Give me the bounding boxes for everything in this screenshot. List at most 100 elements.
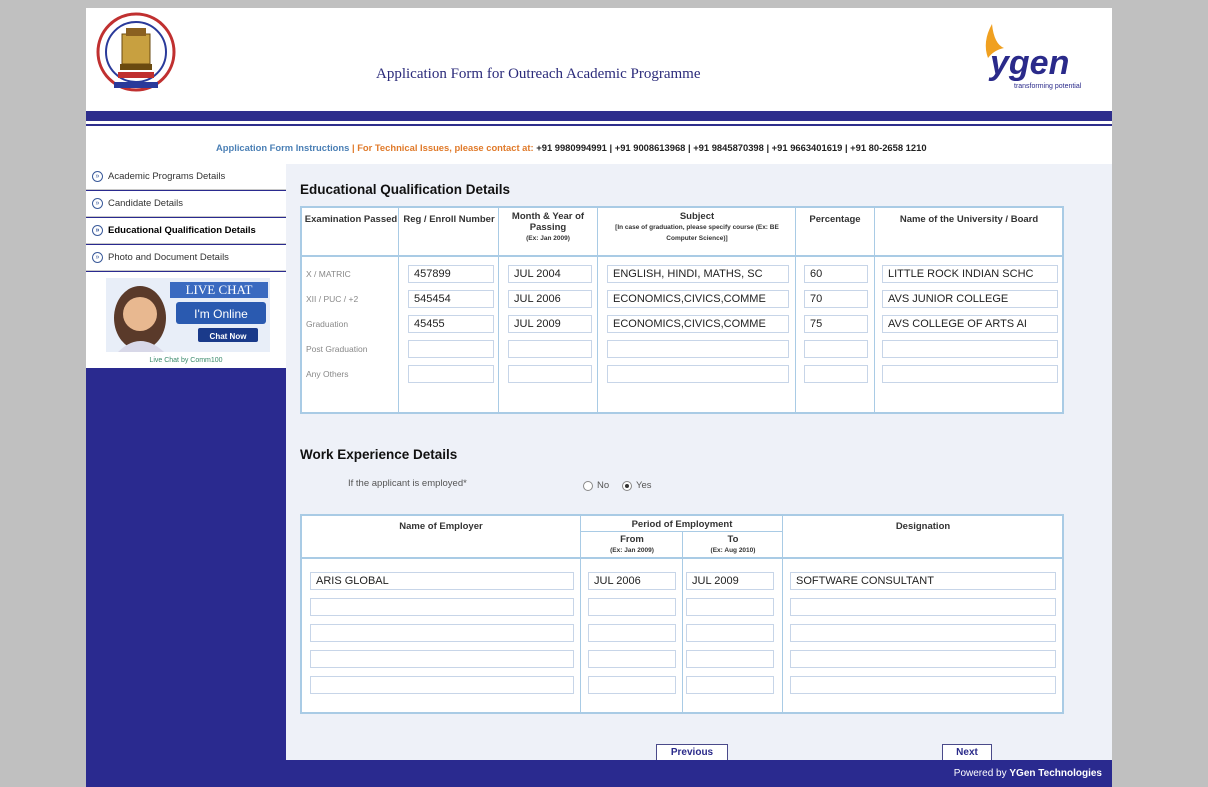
svg-text:I'm Online: I'm Online bbox=[194, 307, 248, 321]
work-heading: Work Experience Details bbox=[300, 447, 458, 462]
employed-yes-label[interactable]: Yes bbox=[636, 480, 652, 491]
col-percentage: Percentage bbox=[809, 214, 861, 225]
previous-button[interactable]: Previous bbox=[656, 744, 728, 761]
row-label-any-others: Any Others bbox=[306, 369, 349, 379]
col-from-label: From bbox=[620, 534, 644, 545]
col-from-hint: (Ex: Jan 2009) bbox=[610, 547, 654, 554]
to-field[interactable]: JUL 2009 bbox=[686, 572, 774, 590]
to-field[interactable] bbox=[686, 650, 774, 668]
footer-powered-by: Powered by YGen Technologies bbox=[954, 768, 1102, 779]
subject-field[interactable]: ECONOMICS,CIVICS,COMME bbox=[607, 315, 789, 333]
employed-no-radio[interactable] bbox=[583, 481, 593, 491]
sidebar-item-candidate[interactable]: » Candidate Details bbox=[86, 191, 286, 217]
subject-field[interactable] bbox=[607, 365, 789, 383]
designation-field[interactable] bbox=[790, 650, 1056, 668]
sidebar-item-photo-document[interactable]: » Photo and Document Details bbox=[86, 245, 286, 271]
employer-field[interactable] bbox=[310, 676, 574, 694]
reg-number-field[interactable] bbox=[408, 340, 494, 358]
university-field[interactable]: LITTLE ROCK INDIAN SCHC bbox=[882, 265, 1058, 283]
subject-field[interactable] bbox=[607, 340, 789, 358]
column-divider bbox=[874, 208, 875, 412]
sidebar-item-label: Educational Qualification Details bbox=[108, 225, 256, 236]
designation-field[interactable] bbox=[790, 676, 1056, 694]
designation-field[interactable] bbox=[790, 598, 1056, 616]
from-field[interactable]: JUL 2006 bbox=[588, 572, 676, 590]
university-field[interactable] bbox=[882, 340, 1058, 358]
to-field[interactable] bbox=[686, 624, 774, 642]
from-field[interactable] bbox=[588, 624, 676, 642]
reg-number-field[interactable]: 45455 bbox=[408, 315, 494, 333]
svg-text:LIVE CHAT: LIVE CHAT bbox=[186, 282, 253, 297]
university-field[interactable]: AVS JUNIOR COLLEGE bbox=[882, 290, 1058, 308]
designation-field[interactable] bbox=[790, 624, 1056, 642]
live-chat-banner[interactable]: LIVE CHAT I'm Online Chat Now bbox=[106, 278, 270, 352]
col-university: Name of the University / Board bbox=[899, 214, 1039, 225]
month-year-field[interactable] bbox=[508, 340, 592, 358]
col-month-year-label: Month & Year of Passing bbox=[511, 211, 585, 233]
reg-number-field[interactable]: 545454 bbox=[408, 290, 494, 308]
col-subject-hint: [In case of graduation, please specify c… bbox=[615, 224, 779, 242]
header-title: Application Form for Outreach Academic P… bbox=[376, 66, 701, 82]
month-year-field[interactable]: JUL 2009 bbox=[508, 315, 592, 333]
percentage-field[interactable] bbox=[804, 365, 868, 383]
sidebar-item-label: Candidate Details bbox=[108, 198, 183, 209]
footer: Powered by YGen Technologies bbox=[86, 760, 1112, 787]
row-label-xii-puc: XII / PUC / +2 bbox=[306, 294, 359, 304]
main-content: Educational Qualification Details Examin… bbox=[286, 164, 1112, 761]
column-divider bbox=[580, 516, 581, 712]
employer-field[interactable] bbox=[310, 624, 574, 642]
to-field[interactable] bbox=[686, 676, 774, 694]
chevron-right-icon: » bbox=[92, 225, 103, 236]
employer-field[interactable] bbox=[310, 598, 574, 616]
instructions-link[interactable]: Application Form Instructions bbox=[216, 142, 349, 153]
header: Application Form for Outreach Academic P… bbox=[86, 8, 1112, 110]
employed-no-label[interactable]: No bbox=[597, 480, 609, 491]
row-label-graduation: Graduation bbox=[306, 319, 349, 329]
education-heading: Educational Qualification Details bbox=[300, 182, 511, 197]
sidebar-item-educational-qualification[interactable]: » Educational Qualification Details bbox=[86, 218, 286, 244]
separator: | bbox=[349, 142, 358, 153]
designation-field[interactable]: SOFTWARE CONSULTANT bbox=[790, 572, 1056, 590]
university-field[interactable]: AVS COLLEGE OF ARTS AI bbox=[882, 315, 1058, 333]
from-field[interactable] bbox=[588, 650, 676, 668]
header-bar bbox=[86, 111, 1112, 121]
sidebar-item-academic-programs[interactable]: » Academic Programs Details bbox=[86, 164, 286, 190]
subject-field[interactable]: ENGLISH, HINDI, MATHS, SC bbox=[607, 265, 789, 283]
employer-field[interactable]: ARIS GLOBAL bbox=[310, 572, 574, 590]
col-month-year: Month & Year of Passing (Ex: Jan 2009) bbox=[500, 211, 596, 244]
col-to-label: To bbox=[727, 534, 739, 545]
ygen-logo: ygen transforming potential bbox=[985, 24, 1082, 90]
chevron-right-icon: » bbox=[92, 171, 103, 182]
next-button[interactable]: Next bbox=[942, 744, 992, 761]
reg-number-field[interactable]: 457899 bbox=[408, 265, 494, 283]
from-field[interactable] bbox=[588, 676, 676, 694]
live-chat-powered-by[interactable]: Live Chat by Comm100 bbox=[86, 357, 286, 364]
employer-field[interactable] bbox=[310, 650, 574, 668]
page-frame: Application Form for Outreach Academic P… bbox=[86, 8, 1112, 787]
month-year-field[interactable]: JUL 2004 bbox=[508, 265, 592, 283]
month-year-field[interactable]: JUL 2006 bbox=[508, 290, 592, 308]
month-year-field[interactable] bbox=[508, 365, 592, 383]
sidebar: » Academic Programs Details » Candidate De… bbox=[86, 164, 286, 760]
percentage-field[interactable] bbox=[804, 340, 868, 358]
svg-text:ygen: ygen bbox=[988, 44, 1069, 82]
col-exam-passed: Examination Passed bbox=[304, 214, 398, 225]
university-field[interactable] bbox=[882, 365, 1058, 383]
footer-brand: YGen Technologies bbox=[1009, 768, 1102, 779]
reg-number-field[interactable] bbox=[408, 365, 494, 383]
subject-field[interactable]: ECONOMICS,CIVICS,COMME bbox=[607, 290, 789, 308]
column-divider bbox=[682, 531, 683, 712]
col-to-hint: (Ex: Aug 2010) bbox=[710, 547, 756, 554]
col-from: From (Ex: Jan 2009) bbox=[582, 534, 682, 556]
to-field[interactable] bbox=[686, 598, 774, 616]
col-month-year-hint: (Ex: Jan 2009) bbox=[526, 235, 570, 242]
percentage-field[interactable]: 70 bbox=[804, 290, 868, 308]
percentage-field[interactable]: 75 bbox=[804, 315, 868, 333]
employed-yes-radio[interactable] bbox=[622, 481, 632, 491]
percentage-field[interactable]: 60 bbox=[804, 265, 868, 283]
chevron-right-icon: » bbox=[92, 198, 103, 209]
from-field[interactable] bbox=[588, 598, 676, 616]
live-chat-widget[interactable]: LIVE CHAT I'm Online Chat Now Live Chat … bbox=[86, 272, 286, 368]
sidebar-item-label: Academic Programs Details bbox=[108, 171, 226, 182]
row-label-x-matric: X / MATRIC bbox=[306, 269, 351, 279]
